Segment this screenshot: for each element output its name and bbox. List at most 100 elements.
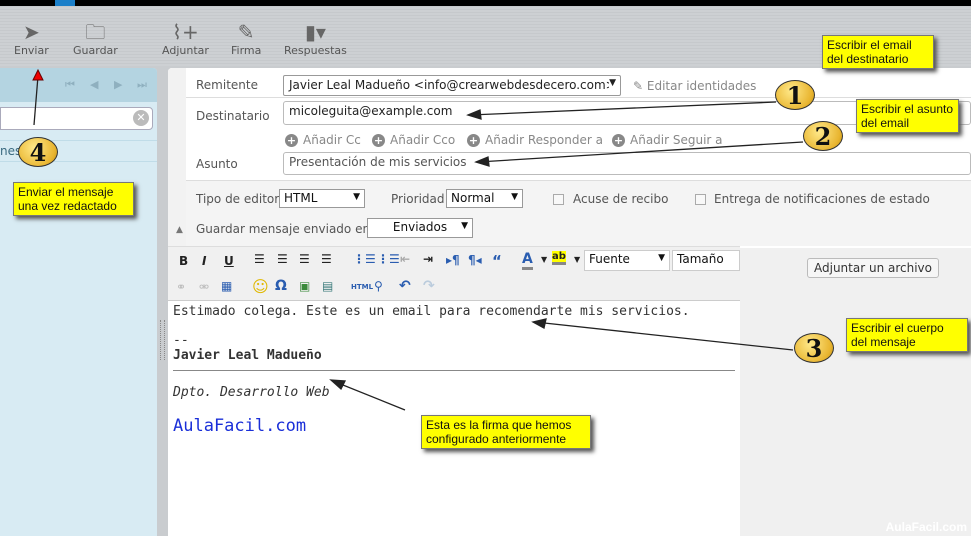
body-line: Estimado colega. Este es un email para r… (173, 304, 690, 319)
outdent-icon[interactable]: ⇤ (400, 252, 410, 266)
bold-button[interactable]: B (179, 254, 188, 268)
divider (186, 97, 971, 98)
editor-type-select[interactable]: HTML ▼ (279, 189, 365, 208)
send-label: Enviar (14, 44, 49, 57)
prev-page-icon[interactable]: ◀ (90, 78, 98, 91)
size-select[interactable]: Tamaño (672, 250, 740, 271)
next-page-icon[interactable]: ▶ (114, 78, 122, 91)
image-icon[interactable]: ▣ (299, 279, 310, 293)
search-input[interactable] (0, 107, 153, 130)
responses-button[interactable]: ▮▾ Respuestas (284, 20, 347, 57)
paper-plane-icon: ➤ (23, 20, 40, 44)
plus-icon: + (467, 134, 480, 147)
step-badge-2: 2 (803, 121, 843, 151)
justify-icon[interactable]: ☰ (321, 252, 332, 266)
collapse-icon[interactable]: ▲ (176, 225, 183, 235)
redo-icon[interactable]: ↷ (423, 278, 435, 294)
chevron-down-icon: ▼ (461, 221, 468, 231)
signature-separator: -- (173, 333, 189, 348)
chevron-down-icon[interactable]: ▼ (574, 255, 580, 264)
subject-label: Asunto (196, 157, 238, 171)
add-cc-link[interactable]: + Añadir Cc (285, 133, 361, 147)
splitter-grip[interactable] (160, 320, 165, 360)
pencil-icon: ✎ (633, 79, 647, 93)
attach-file-label: Adjuntar un archivo (814, 261, 932, 275)
italic-button[interactable]: I (202, 254, 206, 268)
size-value: Tamaño (677, 252, 724, 266)
left-pane-header (0, 68, 157, 102)
add-cc-label: Añadir Cc (303, 133, 361, 147)
pen-icon: ✎ (237, 20, 255, 44)
signature-rule (173, 370, 735, 371)
left-pane (0, 68, 157, 536)
note-signature: Esta es la firma que hemos configurado a… (421, 415, 591, 449)
add-bcc-link[interactable]: + Añadir Cco (372, 133, 455, 147)
save-sent-select[interactable]: Enviados ▼ (367, 218, 473, 238)
dsn-checkbox[interactable] (695, 194, 706, 205)
save-button[interactable]: 🗀 Guardar (73, 20, 118, 57)
add-followup-to-link[interactable]: + Añadir Seguir a (612, 133, 723, 147)
html-source-button[interactable]: HTML (351, 283, 373, 291)
bullet-list-icon[interactable]: ⋮☰ (353, 252, 376, 266)
media-icon[interactable]: ▤ (322, 279, 333, 293)
add-reply-to-label: Añadir Responder a (485, 133, 603, 147)
step-badge-4: 4 (18, 137, 58, 167)
to-value: micoleguita@example.com (289, 104, 453, 118)
editor-type-value: HTML (284, 191, 318, 205)
attach-button[interactable]: ⌇+ Adjuntar (162, 20, 209, 57)
indent-icon[interactable]: ⇥ (423, 252, 433, 266)
clear-search-icon[interactable]: ✕ (133, 110, 149, 126)
text-color-icon[interactable]: A (522, 251, 533, 270)
document-icon: ▮▾ (304, 20, 326, 44)
splitter[interactable] (157, 68, 168, 536)
note-send: Enviar el mensaje una vez redactado (13, 182, 134, 216)
edit-identities-link[interactable]: ✎ Editar identidades (633, 79, 756, 93)
numbered-list-icon[interactable]: ⋮☰ (377, 252, 400, 266)
rtl-icon[interactable]: ¶◂ (468, 253, 482, 267)
blockquote-icon[interactable]: “ (492, 252, 502, 270)
folder-save-icon: 🗀 (85, 20, 106, 44)
edit-identities-label: Editar identidades (646, 79, 757, 93)
responses-label: Respuestas (284, 44, 347, 57)
note-body: Escribir el cuerpo del mensaje (846, 318, 968, 352)
highlight-color-icon[interactable]: ab (552, 251, 566, 265)
align-left-icon[interactable]: ☰ (254, 252, 265, 266)
from-select[interactable]: Javier Leal Madueño <info@crearwebdesdec… (283, 75, 621, 96)
undo-icon[interactable]: ↶ (399, 278, 411, 294)
chevron-down-icon[interactable]: ▼ (541, 255, 547, 264)
save-label: Guardar (73, 44, 118, 57)
signature-label: Firma (231, 44, 262, 57)
receipt-label: Acuse de recibo (573, 192, 669, 206)
plus-icon: + (612, 134, 625, 147)
search-replace-icon[interactable]: ⚲ (374, 279, 383, 293)
underline-button[interactable]: U (224, 254, 234, 268)
font-select[interactable]: Fuente ▼ (584, 250, 670, 271)
table-icon[interactable]: ▦ (221, 279, 232, 293)
to-label: Destinatario (196, 109, 270, 123)
from-value: Javier Leal Madueño <info@crearwebdesdec… (289, 78, 616, 92)
attach-file-button[interactable]: Adjuntar un archivo (807, 258, 939, 278)
first-page-icon[interactable]: ⏮ (65, 78, 75, 92)
font-value: Fuente (589, 252, 630, 266)
unlink-icon[interactable]: ⚮ (199, 280, 209, 294)
special-char-icon[interactable]: Ω (275, 278, 287, 294)
send-button[interactable]: ➤ Enviar (14, 20, 49, 57)
align-center-icon[interactable]: ☰ (277, 252, 288, 266)
receipt-checkbox[interactable] (553, 194, 564, 205)
link-icon[interactable]: ⚭ (176, 280, 186, 294)
add-reply-to-link[interactable]: + Añadir Responder a (467, 133, 603, 147)
smiley-icon[interactable]: ☺ (252, 277, 269, 296)
dsn-label: Entrega de notificaciones de estado (714, 192, 930, 206)
save-sent-label: Guardar mensaje enviado en (196, 222, 371, 236)
signature-button[interactable]: ✎ Firma (231, 20, 261, 57)
watermark: AulaFacil.com (885, 520, 967, 534)
align-right-icon[interactable]: ☰ (299, 252, 310, 266)
signature-link[interactable]: AulaFacil.com (173, 416, 306, 436)
chevron-down-icon: ▼ (609, 78, 616, 88)
subject-input[interactable]: Presentación de mis servicios (283, 152, 971, 175)
from-label: Remitente (196, 78, 258, 92)
ltr-icon[interactable]: ▸¶ (446, 253, 460, 267)
priority-label: Prioridad (391, 192, 445, 206)
last-page-icon[interactable]: ⏭ (137, 78, 147, 92)
priority-select[interactable]: Normal ▼ (446, 189, 523, 208)
